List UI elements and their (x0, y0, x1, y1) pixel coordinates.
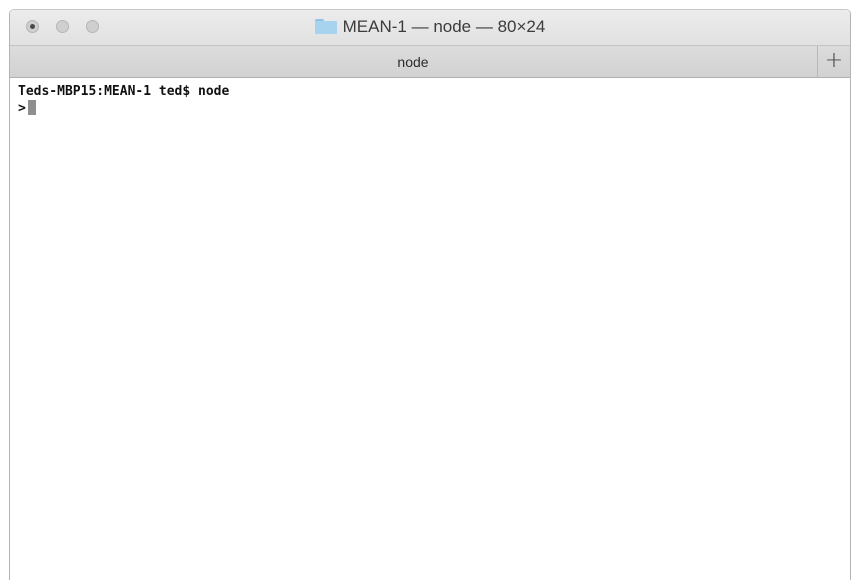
tab-bar: node + (10, 45, 850, 78)
terminal-window: MEAN-1 — node — 80×24 node + Teds-MBP15:… (9, 9, 851, 580)
tab-node[interactable]: node (10, 54, 816, 70)
terminal-output[interactable]: Teds-MBP15:MEAN-1 ted$ node > (10, 78, 850, 580)
window-title-text: MEAN-1 — node — 80×24 (342, 17, 546, 36)
text-cursor (27, 100, 36, 115)
node-repl-prompt: > (18, 101, 26, 116)
folder-icon (314, 19, 337, 34)
new-tab-button[interactable]: + (817, 46, 850, 78)
terminal-line-prompt: > (18, 100, 850, 116)
window-title: MEAN-1 — node — 80×24 (10, 17, 850, 37)
terminal-line-command: Teds-MBP15:MEAN-1 ted$ node (18, 84, 230, 99)
title-bar[interactable]: MEAN-1 — node — 80×24 (10, 10, 850, 45)
